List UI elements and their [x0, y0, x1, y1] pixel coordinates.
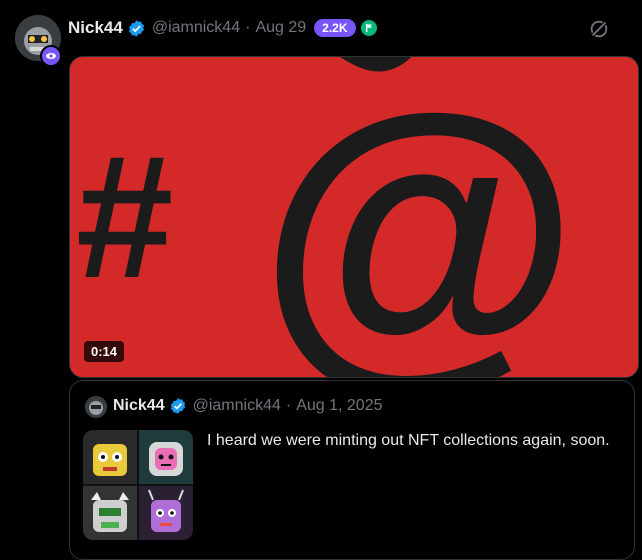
quote-date[interactable]: Aug 1, 2025 — [296, 397, 382, 415]
nft-image-3 — [83, 486, 137, 540]
video-thumbnail: # @ — [70, 57, 638, 377]
video-media[interactable]: # @ 0:14 — [69, 56, 639, 378]
quote-text: I heard we were minting out NFT collecti… — [207, 432, 610, 449]
flag-icon — [360, 20, 377, 36]
verified-badge-icon — [170, 398, 185, 414]
author-handle[interactable]: @iamnick44 — [152, 19, 240, 37]
quote-image[interactable] — [83, 430, 193, 540]
separator-dot: · — [285, 397, 292, 414]
grok-icon[interactable] — [588, 18, 610, 40]
post-header: Nick44 @iamnick44 · Aug 29 2.2K — [68, 17, 377, 39]
quote-author-handle[interactable]: @iamnick44 — [193, 397, 281, 415]
hash-glyph: # — [76, 120, 173, 315]
nft-image-1 — [83, 430, 137, 484]
eye-badge-icon — [40, 45, 62, 67]
separator-dot: · — [245, 19, 251, 36]
post-date[interactable]: Aug 29 — [255, 19, 306, 37]
nft-image-4 — [139, 486, 193, 540]
at-glyph: @ — [258, 57, 580, 377]
video-duration: 0:14 — [84, 341, 125, 362]
quote-avatar[interactable] — [85, 396, 107, 418]
quote-header: Nick44 @iamnick44 · Aug 1, 2025 — [113, 397, 383, 415]
quote-author-name[interactable]: Nick44 — [113, 397, 165, 415]
verified-badge-icon — [128, 19, 144, 37]
count-pill[interactable]: 2.2K — [314, 19, 356, 37]
author-name[interactable]: Nick44 — [68, 18, 123, 38]
quoted-post[interactable]: Nick44 @iamnick44 · Aug 1, 2025 I heard … — [69, 380, 635, 560]
nft-image-2 — [139, 430, 193, 484]
